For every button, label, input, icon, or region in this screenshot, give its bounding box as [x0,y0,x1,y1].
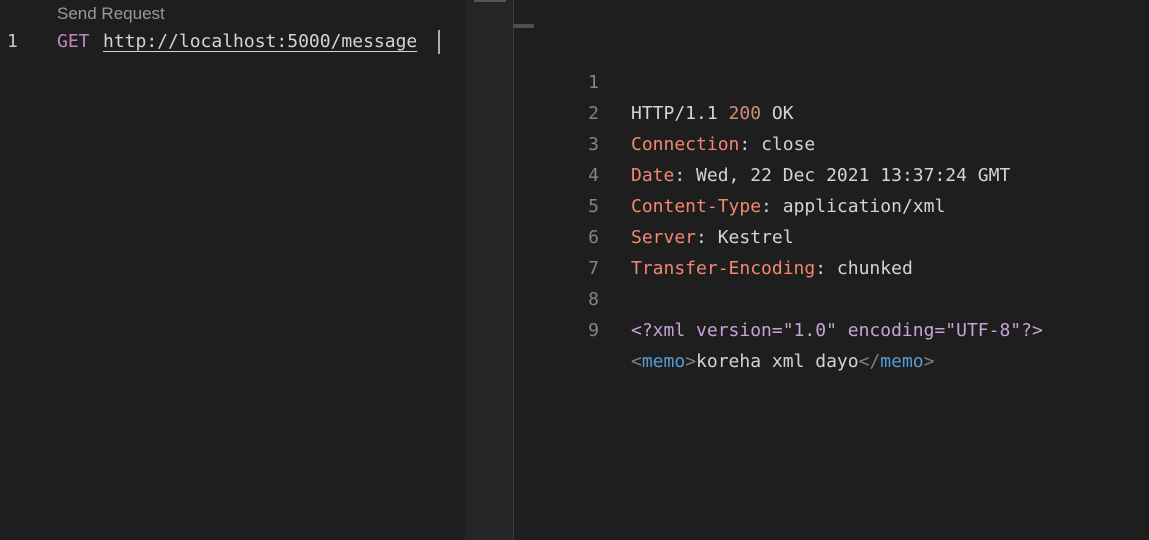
response-lines: 1 HTTP/1.1 200 OK 2 Connection: close 3 … [535,36,1149,372]
response-header-line: 6 Transfer-Encoding: chunked [535,191,1149,279]
request-line[interactable]: 1 GET http://localhost:5000/message [0,29,465,55]
line-number: 1 [7,31,18,52]
editor-split-sash[interactable] [513,0,535,540]
text-cursor [438,30,440,54]
xml-declaration: <?xml version="1.0" encoding="UTF-8"?> [631,320,1043,341]
response-header-line: 4 Content-Type: application/xml [535,129,1149,217]
xml-bracket: </ [858,351,881,372]
request-url[interactable]: http://localhost:5000/message [103,29,417,55]
response-editor[interactable]: 1 HTTP/1.1 200 OK 2 Connection: close 3 … [535,0,1149,540]
scrollbar-thumb[interactable] [513,24,534,28]
xml-bracket: > [685,351,697,372]
minimap-line-mark [474,0,506,2]
response-header-line: 2 Connection: close [535,67,1149,155]
http-method: GET [57,31,90,52]
request-editor[interactable]: Send Request 1 GET http://localhost:5000… [0,0,465,540]
xml-open-tag: memo [641,351,686,372]
response-body-line: 8 <?xml version="1.0" encoding="UTF-8"?> [535,253,1149,341]
line-number: 9 [588,320,599,341]
response-status-line: 1 HTTP/1.1 200 OK [535,36,1149,124]
response-blank-line: 7 [535,222,1149,279]
xml-bracket: < [631,351,642,372]
response-header-line: 5 Server: Kestrel [535,160,1149,248]
response-header-line: 3 Date: Wed, 22 Dec 2021 13:37:24 GMT [535,98,1149,186]
send-request-codelens[interactable]: Send Request [57,4,165,24]
response-body-line: 9 <memo>koreha xml dayo</memo> [535,284,1149,372]
xml-text-content: koreha xml dayo [696,351,859,372]
xml-bracket: > [923,351,935,372]
xml-close-tag: memo [880,351,924,372]
